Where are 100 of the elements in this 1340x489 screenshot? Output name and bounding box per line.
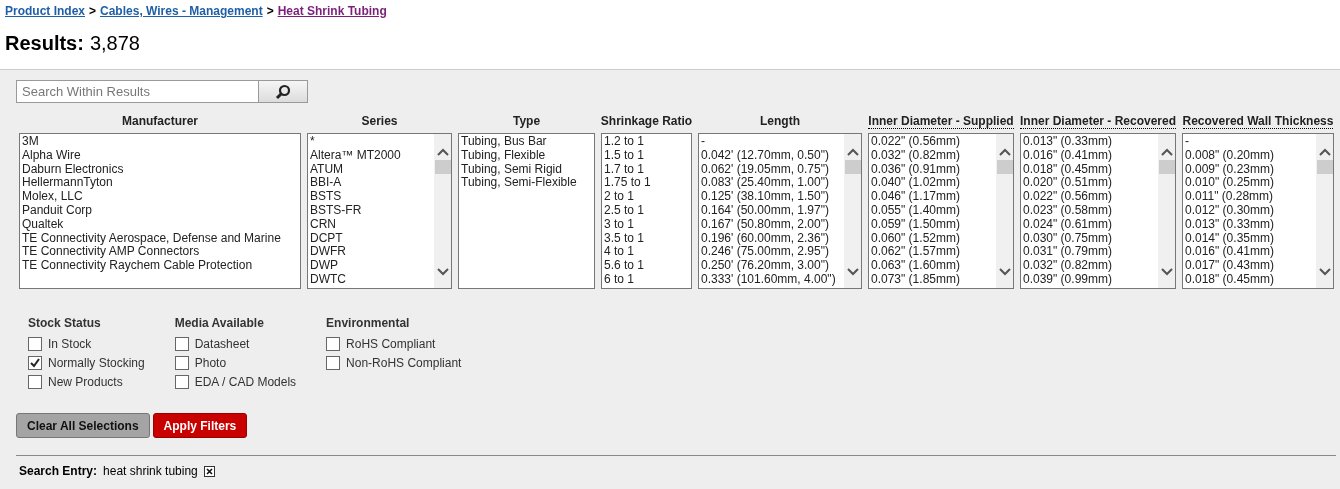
filter-option[interactable]: - bbox=[1185, 135, 1314, 149]
filter-option[interactable]: 0.022" (0.56mm) bbox=[871, 135, 994, 149]
filter-option[interactable]: 0.032" (0.82mm) bbox=[871, 148, 994, 163]
filter-option[interactable]: 3.5 to 1 bbox=[604, 231, 689, 246]
breadcrumb-link[interactable]: Cables, Wires - Management bbox=[100, 4, 263, 18]
search-button[interactable] bbox=[258, 80, 308, 103]
filter-option[interactable]: 1.5 to 1 bbox=[604, 148, 689, 163]
filter-option[interactable]: 6 to 1 bbox=[604, 272, 689, 287]
scrollbar-thumb[interactable] bbox=[844, 160, 861, 174]
filter-option[interactable]: 0.039" (0.99mm) bbox=[1023, 272, 1156, 287]
filter-option[interactable]: 3 to 1 bbox=[604, 217, 689, 232]
filter-option[interactable]: 0.011" (0.28mm) bbox=[1185, 190, 1314, 204]
scrollbar[interactable] bbox=[996, 134, 1013, 288]
filter-option[interactable]: 0.008" (0.20mm) bbox=[1185, 148, 1314, 163]
apply-button[interactable]: Apply Filters bbox=[152, 413, 248, 438]
filter-option[interactable]: 0.125' (38.10mm, 1.50") bbox=[701, 190, 842, 204]
scrollbar-thumb[interactable] bbox=[434, 160, 451, 174]
filter-option[interactable]: 0.036" (0.91mm) bbox=[871, 162, 994, 177]
filter-option[interactable]: 0.024" (0.61mm) bbox=[1023, 217, 1156, 232]
filter-option[interactable]: TE Connectivity Aerospace, Defense and Marine bbox=[22, 231, 298, 246]
filter-option[interactable]: HellermannTyton bbox=[22, 176, 298, 191]
filter-option[interactable]: Altera™ MT2000 bbox=[310, 148, 432, 163]
filter-option[interactable]: 0.023" (0.58mm) bbox=[1023, 204, 1156, 218]
checkbox[interactable] bbox=[28, 355, 42, 370]
scrollbar[interactable] bbox=[1158, 134, 1175, 288]
checkbox[interactable] bbox=[326, 336, 341, 351]
filter-listbox[interactable]: 0.022" (0.56mm) 0.032" (0.82mm) 0.036" (0.91mm) 0.040" (1.02mm) 0.046" (1.17mm) 0.055" (1.40mm) 0.059" (1.50mm) 0.060" (1.52mm) 0.062" (1.57mm) 0.063" (1.60mm) 0.073" (1.85mm) bbox=[868, 133, 1014, 289]
filter-option[interactable]: Qualtek bbox=[22, 217, 298, 232]
checkbox[interactable] bbox=[174, 355, 189, 370]
filter-option[interactable]: TE Connectivity Raychem Cable Protection bbox=[22, 259, 298, 273]
filter-option[interactable]: Alpha Wire bbox=[22, 148, 298, 163]
filter-listbox[interactable] bbox=[698, 133, 862, 289]
filter-option[interactable]: 2.5 to 1 bbox=[604, 204, 689, 218]
filter-option[interactable]: 0.046" (1.17mm) bbox=[871, 190, 994, 204]
filter-option[interactable]: 0.062' (19.05mm, 0.75") bbox=[701, 162, 842, 177]
scrollbar-thumb[interactable] bbox=[1316, 160, 1333, 174]
scrollbar[interactable] bbox=[1316, 134, 1333, 288]
filter-option[interactable]: 0.250' (76.20mm, 3.00") bbox=[701, 259, 842, 273]
filter-option[interactable]: 0.014" (0.35mm) bbox=[1185, 231, 1314, 246]
scrollbar-thumb[interactable] bbox=[996, 160, 1013, 174]
filter-option[interactable]: 0.016" (0.41mm) bbox=[1023, 148, 1156, 163]
filter-option[interactable]: Tubing, Semi Rigid bbox=[461, 162, 592, 177]
filter-option[interactable]: Tubing, Semi-Flexible bbox=[461, 176, 592, 191]
filter-option[interactable]: DWTC bbox=[310, 272, 432, 287]
filter-option[interactable]: Panduit Corp bbox=[22, 204, 298, 218]
filter-option[interactable]: 4 to 1 bbox=[604, 245, 689, 260]
filter-option[interactable]: 0.013" (0.33mm) bbox=[1023, 135, 1156, 149]
filter-option[interactable]: 0.018" (0.45mm) bbox=[1185, 272, 1314, 287]
checkbox[interactable] bbox=[174, 336, 189, 351]
filter-option[interactable]: 0.062" (1.57mm) bbox=[871, 245, 994, 260]
filter-option[interactable]: 0.016" (0.41mm) bbox=[1185, 245, 1314, 260]
scrollbar[interactable] bbox=[844, 134, 861, 288]
filter-option[interactable]: 0.055" (1.40mm) bbox=[871, 204, 994, 218]
checkbox[interactable] bbox=[28, 374, 42, 389]
breadcrumb-link[interactable]: Heat Shrink Tubing bbox=[277, 4, 387, 18]
filter-option[interactable]: 1.75 to 1 bbox=[604, 176, 689, 191]
filter-listbox[interactable]: 0.013" (0.33mm) 0.016" (0.41mm) 0.018" (0.45mm) 0.020" (0.51mm) 0.022" (0.56mm) 0.023" (0.58mm) 0.024" (0.61mm) 0.030" (0.75mm) 0.031" (0.79mm) 0.032" (0.82mm) 0.039" (0.99mm) bbox=[1020, 133, 1176, 289]
filter-option[interactable]: 0.032" (0.82mm) bbox=[1023, 259, 1156, 273]
filter-option[interactable]: Daburn Electronics bbox=[22, 162, 298, 177]
filter-option[interactable]: 0.012" (0.30mm) bbox=[1185, 204, 1314, 218]
filter-listbox[interactable]: Tubing, Bus Bar Tubing, Flexible Tubing, Semi Rigid Tubing, Semi-Flexible bbox=[458, 133, 595, 289]
filter-option[interactable]: DWP bbox=[310, 259, 432, 273]
scrollbar-thumb[interactable] bbox=[1158, 160, 1175, 174]
clear-button[interactable]: Clear All Selections bbox=[16, 413, 150, 438]
filter-option[interactable]: 0.083' (25.40mm, 1.00") bbox=[701, 176, 842, 191]
filter-option[interactable]: 0.042' (12.70mm, 0.50") bbox=[701, 148, 842, 163]
filter-option[interactable]: 0.164' (50.00mm, 1.97") bbox=[701, 204, 842, 218]
filter-listbox[interactable]: 1.2 to 1 1.5 to 1 1.7 to 1 1.75 to 1 2 to 1 2.5 to 1 3 to 1 3.5 to 1 4 to 1 5.6 to 1 6 to 1 bbox=[601, 133, 692, 289]
filter-option[interactable]: 0.031" (0.79mm) bbox=[1023, 245, 1156, 260]
filter-option[interactable]: 0.333' (101.60mm, 4.00") bbox=[701, 272, 842, 287]
filter-option[interactable]: TE Connectivity AMP Connectors bbox=[22, 245, 298, 260]
filter-option[interactable]: 3M bbox=[22, 135, 298, 149]
scrollbar[interactable] bbox=[434, 134, 451, 288]
filter-option[interactable]: BSTS-FR bbox=[310, 204, 432, 218]
filter-option[interactable]: CRN bbox=[310, 217, 432, 232]
filter-option[interactable]: 0.010" (0.25mm) bbox=[1185, 176, 1314, 191]
filter-option[interactable]: 1.2 to 1 bbox=[604, 135, 689, 149]
filter-option[interactable]: 0.022" (0.56mm) bbox=[1023, 190, 1156, 204]
filter-option[interactable]: 0.013" (0.33mm) bbox=[1185, 217, 1314, 232]
breadcrumb-link[interactable]: Product Index bbox=[5, 4, 85, 18]
filter-option[interactable]: 0.063" (1.60mm) bbox=[871, 259, 994, 273]
filter-option[interactable]: 0.018" (0.45mm) bbox=[1023, 162, 1156, 177]
filter-option[interactable]: 0.009" (0.23mm) bbox=[1185, 162, 1314, 177]
filter-option[interactable]: Tubing, Bus Bar bbox=[461, 135, 592, 149]
search-field[interactable]: Search Within Results bbox=[16, 80, 258, 103]
filter-option[interactable]: 0.167' (50.80mm, 2.00") bbox=[701, 217, 842, 232]
filter-option[interactable]: 0.196' (60.00mm, 2.36") bbox=[701, 231, 842, 246]
filter-option[interactable]: 0.017" (0.43mm) bbox=[1185, 259, 1314, 273]
filter-option[interactable]: 0.246' (75.00mm, 2.95") bbox=[701, 245, 842, 260]
filter-listbox[interactable]: - 0.008" (0.20mm) 0.009" (0.23mm) 0.010" (0.25mm) 0.011" (0.28mm) 0.012" (0.30mm) 0.013" (0.33mm) 0.014" (0.35mm) 0.016" (0.41mm) 0.017" (0.43mm) 0.018" (0.45mm) bbox=[1182, 133, 1334, 289]
checkbox[interactable] bbox=[174, 374, 189, 389]
filter-option[interactable]: 1.7 to 1 bbox=[604, 162, 689, 177]
filter-option[interactable]: 0.030" (0.75mm) bbox=[1023, 231, 1156, 246]
filter-option[interactable]: ATUM bbox=[310, 162, 432, 177]
filter-option[interactable]: 0.073" (1.85mm) bbox=[871, 272, 994, 287]
filter-listbox[interactable]: 3M Alpha Wire Daburn Electronics HellermannTyton Molex, LLC Panduit Corp Qualtek TE Connectivity Aerospace, Defense and Marine TE Connectivity AMP Connectors TE Connectivity Raychem Cable Protection bbox=[19, 133, 301, 289]
filter-option[interactable]: * bbox=[310, 135, 432, 149]
filter-option[interactable]: 2 to 1 bbox=[604, 190, 689, 204]
filter-listbox[interactable]: * Altera™ MT2000 ATUM BBI-A BSTS BSTS-FR CRN DCPT DWFR DWP DWTC bbox=[307, 133, 452, 289]
filter-option[interactable]: BSTS bbox=[310, 190, 432, 204]
